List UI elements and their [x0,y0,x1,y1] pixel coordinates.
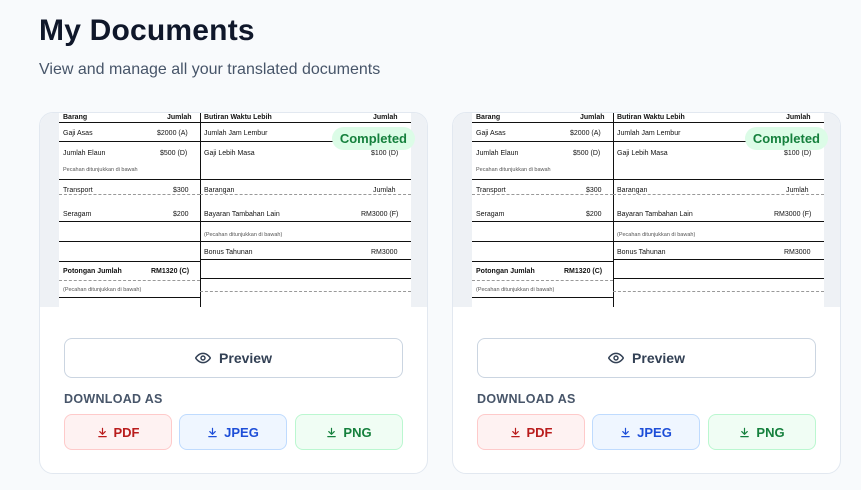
download-section-label: DOWNLOAD AS [477,392,576,406]
page-header: My Documents View and manage all your tr… [39,14,380,79]
preview-label: Preview [219,350,272,366]
download-section-label: DOWNLOAD AS [64,392,163,406]
download-pdf-label: PDF [113,424,140,440]
download-icon [510,427,520,437]
document-card: Barang Jumlah Gaji Asas $2000 (A) Jumlah… [39,112,428,474]
download-jpeg-button[interactable]: JPEG [179,414,287,450]
download-jpeg-label: JPEG [224,424,259,440]
document-thumbnail[interactable]: Barang Jumlah Gaji Asas $2000 (A) Jumlah… [453,113,840,307]
download-icon [740,427,750,437]
page-title: My Documents [39,14,255,47]
download-icon [621,427,630,437]
download-png-button[interactable]: PNG [295,414,403,450]
eye-icon [195,352,212,364]
document-card: Barang Jumlah Gaji Asas $2000 (A) Jumlah… [452,112,841,474]
preview-label: Preview [632,350,685,366]
eye-icon [608,352,625,364]
status-badge: Completed [744,127,828,150]
download-pdf-label: PDF [526,424,553,440]
download-jpeg-label: JPEG [637,424,672,440]
download-png-button[interactable]: PNG [708,414,816,450]
download-pdf-button[interactable]: PDF [64,414,172,450]
download-icon [208,427,217,437]
document-thumbnail[interactable]: Barang Jumlah Gaji Asas $2000 (A) Jumlah… [40,113,427,307]
download-png-label: PNG [756,424,785,440]
status-badge: Completed [331,127,415,150]
download-pdf-button[interactable]: PDF [477,414,585,450]
download-png-label: PNG [343,424,372,440]
download-jpeg-button[interactable]: JPEG [592,414,700,450]
download-icon [97,427,107,437]
download-icon [327,427,337,437]
preview-button[interactable]: Preview [477,338,816,378]
page-subtitle: View and manage all your translated docu… [39,61,381,78]
preview-button[interactable]: Preview [64,338,403,378]
